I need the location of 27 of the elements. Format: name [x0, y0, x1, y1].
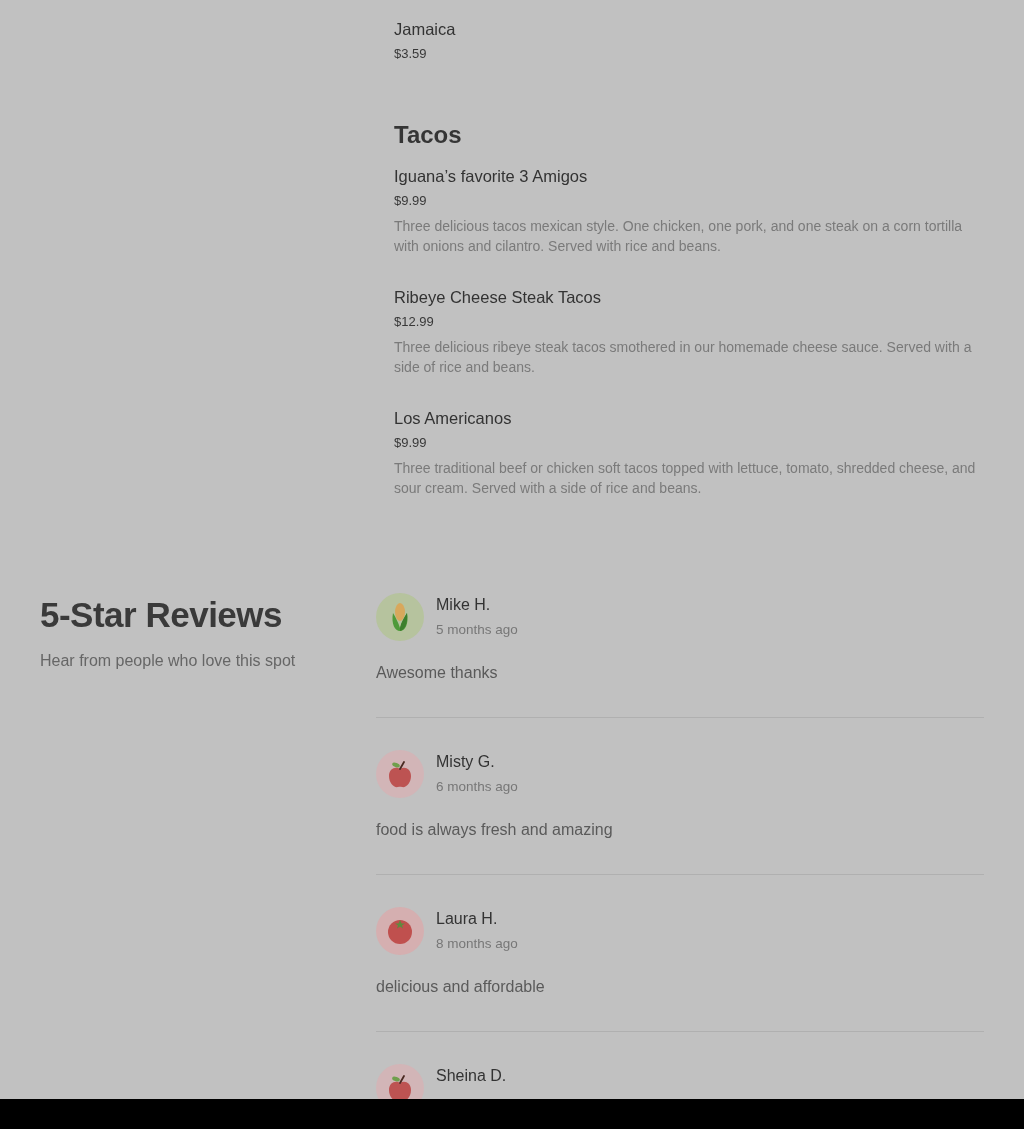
tomato-icon — [376, 907, 424, 955]
reviewer-name: Laura H. — [436, 909, 499, 929]
review-text: Awesome thanks — [376, 663, 499, 683]
item-description: Three traditional beef or chicken soft tacos topped with lettuce, tomato, shredded cheese, and sour cream. Served with a side of rice and beans. — [394, 459, 977, 498]
item-price: $9.99 — [394, 192, 428, 210]
reviewer-name: Sheina D. — [436, 1066, 507, 1086]
item-price: $9.99 — [394, 434, 428, 452]
item-description: Three delicious tacos mexican style. One chicken, one pork, and one steak on a corn tortilla with onions and cilantro. Served with rice and beans. — [394, 217, 964, 256]
item-name: Jamaica — [394, 19, 457, 40]
category-heading: Tacos — [394, 120, 463, 150]
review-time: 6 months ago — [436, 778, 518, 796]
item-name: Los Americanos — [394, 408, 513, 429]
corn-icon — [376, 593, 424, 641]
reviewer-name: Mike H. — [436, 595, 492, 615]
apple-icon — [376, 750, 424, 798]
review-time: 8 months ago — [436, 935, 518, 953]
item-price: $3.59 — [394, 45, 428, 63]
reviewer-name: Misty G. — [436, 752, 496, 772]
item-name: Iguana’s favorite 3 Amigos — [394, 166, 589, 187]
item-price: $12.99 — [394, 313, 435, 331]
item-description: Three delicious ribeye steak tacos smothered in our homemade cheese sauce. Served with a side of rice and beans. — [394, 338, 973, 377]
review-time: 5 months ago — [436, 621, 518, 639]
reviews-heading: 5-Star Reviews — [40, 594, 284, 636]
reviews-subtitle: Hear from people who love this spot — [40, 651, 297, 671]
item-name: Ribeye Cheese Steak Tacos — [394, 287, 602, 308]
review-text: delicious and affordable — [376, 977, 546, 997]
review-text: food is always fresh and amazing — [376, 820, 614, 840]
